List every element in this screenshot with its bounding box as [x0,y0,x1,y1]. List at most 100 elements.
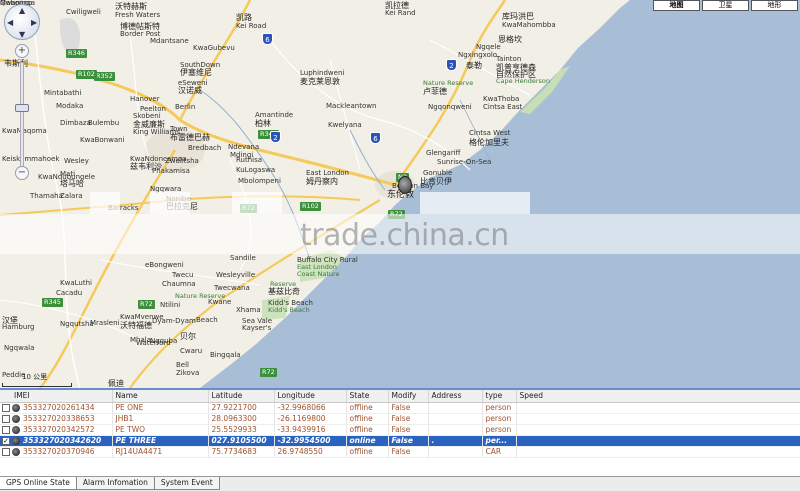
table-row[interactable]: ✓ 353327020342620 PE THREE 027.9105500 -32.9… [0,435,800,447]
map-type-switch: 地图 卫星 地形 [651,0,798,11]
device-icon [12,437,20,445]
table-row[interactable]: 353327020370946 RJ14UA4471 75.7734683 26.97… [0,446,800,458]
map-place-label: Dimbaza [60,119,91,127]
zoom-slider-thumb[interactable] [15,104,29,112]
zoom-slider-track[interactable] [20,62,24,172]
map-place-label: 伊塞维尼 [180,68,212,77]
map-place-label: 恩格坎 [498,35,522,44]
column-header-modify[interactable]: Modify [388,390,429,403]
address-cell [428,402,483,414]
imei-text: 353327020342620 [23,436,102,445]
map-place-label: KwaBonwani [80,136,125,144]
map-place-label: Bulembu [88,119,120,127]
map-place-label: Keiskammahoek [2,155,60,163]
map-place-label: Luphindweni [300,69,345,77]
map-type-terrain-button[interactable]: 地形 [751,0,798,11]
pan-control[interactable]: ▲ ◀ ▶ ▼ [4,4,40,40]
row-checkbox[interactable] [2,426,10,434]
modify-cell: False [388,402,429,414]
map-place-label: Modaka [56,102,84,110]
table-header-row: IMEI Name Latitude Longitude State Modif… [0,390,800,403]
road-shield: R102 [300,202,321,211]
watermark: trade.china.cn [0,214,800,254]
map-place-label: Xhama [236,306,261,314]
map-place-label: Mhala [130,336,151,344]
map-place-label: 布雷德巴赫 [170,133,210,142]
map-place-label: Mbolompeni [238,177,281,185]
speed-cell [516,446,800,458]
imei-cell: 353327020338653 [0,413,113,425]
pan-left-icon[interactable]: ◀ [7,18,13,27]
map-place-label: Wesley [64,157,89,165]
map-type-map-button[interactable]: 地图 [653,0,700,11]
map-place-label: Kwelyana [328,121,362,129]
map-place-label: Ruthisa [236,156,263,164]
type-cell: person [482,413,517,425]
zoom-out-button[interactable]: − [15,166,29,180]
map-place-label: 韦斯利 [4,59,28,68]
map-type-satellite-button[interactable]: 卫星 [702,0,749,11]
column-header-state[interactable]: State [346,390,389,403]
modify-cell: False [388,435,429,447]
column-header-imei[interactable]: IMEI [0,390,113,403]
map-place-label: Bingqala [210,351,241,359]
map-place-label: Bell [176,361,189,369]
map-place-label: 格伦加里夫 [469,138,509,147]
imei-text: 353327020342572 [23,425,95,434]
map-place-label: 汉诺威 [178,86,202,95]
map-place-label: Zalara [60,192,83,200]
map-place-label: Cintsa West [469,129,511,137]
pan-down-icon[interactable]: ▼ [19,30,25,39]
map-place-label: 贝尔 [180,332,196,341]
table-row[interactable]: 353327020342572 PE TWO 25.5529933 -33.94399… [0,424,800,436]
tab-gps-online-state[interactable]: GPS Online State [0,477,77,490]
map-place-label: Skobeni [133,112,161,120]
map-place-label: Sandile [230,254,256,262]
table-row[interactable]: 353327020261434 PE ONE 27.9221700 -32.99680… [0,402,800,414]
type-cell: person [482,402,517,414]
map-view[interactable]: Cwiligweli 沃特赫斯 Fresh Waters 博德帖斯特 Border Po… [0,0,800,388]
column-header-type[interactable]: type [482,390,517,403]
road-shield: R352 [94,72,115,81]
zoom-in-button[interactable]: + [15,44,29,58]
map-place-label: Chaumna [162,280,196,288]
map-place-label: Ngxingxolo [458,51,498,59]
map-place-label: Kei Road [236,22,267,30]
row-checkbox[interactable] [2,404,10,412]
map-place-label: Ndevana [228,143,260,151]
imei-text: 353327020261434 [23,403,95,412]
map-place-label: Kidd's Beach [268,306,310,314]
map-place-label: Coast Nature [297,270,340,278]
scale-label: 10 公里 [22,373,48,381]
tab-alarm-information[interactable]: Alarm Infomation [75,477,155,490]
map-place-label: Nature Reserve [423,79,474,87]
modify-cell: False [388,446,429,458]
table-row[interactable]: 353327020338653 JHB1 28.0963300 -26.1169800… [0,413,800,425]
row-checkbox[interactable] [2,448,10,456]
imei-text: 353327020338653 [23,414,95,423]
longitude-cell: -32.9954500 [274,435,347,447]
pan-up-icon[interactable]: ▲ [19,6,25,15]
pan-right-icon[interactable]: ▶ [31,18,37,27]
device-icon [12,448,20,456]
state-cell: offline [346,446,389,458]
column-header-address[interactable]: Address [428,390,483,403]
map-place-label: Mrasleni [90,319,120,327]
map-place-label: Cacadu [56,289,83,297]
column-header-latitude[interactable]: Latitude [208,390,275,403]
column-header-name[interactable]: Name [112,390,209,403]
speed-cell [516,402,800,414]
latitude-cell: 25.5529933 [208,424,275,436]
row-checkbox[interactable]: ✓ [2,437,10,445]
column-header-speed[interactable]: Speed [516,390,800,403]
watermark-text: trade.china.cn [300,218,509,253]
vehicle-marker[interactable] [398,176,412,194]
road-shield: R102 [76,70,97,79]
map-place-label: Kayser's [242,324,272,332]
road-shield: R346 [66,49,87,58]
name-cell: RJ14UA4471 [112,446,209,458]
row-checkbox[interactable] [2,415,10,423]
tab-system-event[interactable]: System Event [153,477,220,490]
column-header-longitude[interactable]: Longitude [274,390,347,403]
map-place-label: Mati [60,170,76,178]
